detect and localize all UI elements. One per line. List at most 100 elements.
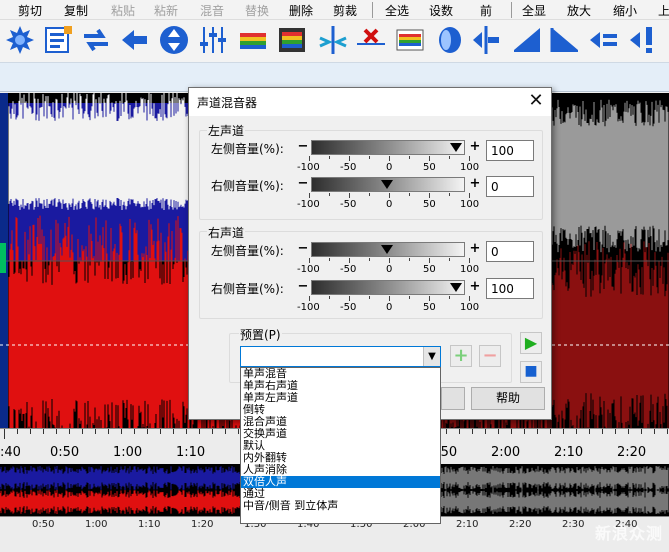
remove-preset-button[interactable]: − <box>479 345 501 367</box>
delete-x-icon[interactable] <box>355 24 387 56</box>
spectrum-icon[interactable] <box>394 24 426 56</box>
menu-select-all[interactable]: 全选 <box>385 2 409 19</box>
right-channel-left-volume-slider[interactable]: − + <box>297 242 481 259</box>
menu-previous[interactable]: 前 <box>480 2 492 19</box>
menu-show-all[interactable]: 全显 <box>522 2 546 19</box>
dialog-titlebar[interactable]: 声道混音器 ✕ <box>189 88 551 116</box>
menu-up[interactable]: 上 <box>658 2 669 19</box>
loop-arrows-icon[interactable] <box>80 24 112 56</box>
overview-label: 2:30 <box>562 519 585 530</box>
scale-minor-tick <box>369 193 370 196</box>
preset-option[interactable]: 内外翻转 <box>241 452 440 464</box>
menu-paste-new[interactable]: 粘新 <box>154 2 178 19</box>
preset-option[interactable]: 默认 <box>241 440 440 452</box>
menu-replace[interactable]: 替换 <box>245 2 269 19</box>
scale-label: 100 <box>460 199 480 210</box>
close-icon[interactable]: ✕ <box>525 91 547 113</box>
preset-option[interactable]: 人声消除 <box>241 464 440 476</box>
overview-label: 1:20 <box>191 519 214 530</box>
timeline-label: 1:00 <box>113 445 143 460</box>
arrow-left-icon[interactable] <box>118 24 150 56</box>
preset-title: 预置(P) <box>239 326 282 343</box>
overview-label: 1:00 <box>85 519 108 530</box>
right-channel-left-volume-input[interactable]: 0 <box>486 241 534 262</box>
slider-track[interactable] <box>311 280 465 295</box>
slider-minus-button[interactable]: − <box>297 242 309 255</box>
right-channel-right-volume-slider[interactable]: − + <box>297 280 481 297</box>
slider-thumb[interactable] <box>450 143 462 152</box>
menu-zoom-out[interactable]: 缩小 <box>613 2 637 19</box>
timeline-tick <box>43 429 44 434</box>
ramp-down-icon[interactable] <box>549 24 581 56</box>
channel-balance-icon[interactable] <box>470 24 502 56</box>
preset-dropdown-list[interactable]: 单声混音 单声右声道 单声左声道 倒转 混合声道 交换声道 默认 内外翻转 人声消除 双倍人声 通过… <box>240 367 441 524</box>
scale-label: -100 <box>297 264 320 275</box>
preset-option[interactable]: 中音/侧音 到立体声 <box>241 500 440 512</box>
preset-option[interactable]: 交换声道 <box>241 428 440 440</box>
level-exclaim-icon[interactable] <box>628 24 660 56</box>
slider-plus-button[interactable]: + <box>469 242 481 255</box>
chevron-down-icon[interactable]: ▼ <box>423 347 440 366</box>
preset-option[interactable]: 单声左声道 <box>241 392 440 404</box>
left-channel-right-volume-slider[interactable]: − + <box>297 177 481 194</box>
watermark: 新浪众测 <box>594 524 663 543</box>
scale-minor-tick <box>369 258 370 261</box>
scale-tick <box>429 156 430 161</box>
menu-paste[interactable]: 粘贴 <box>111 2 135 19</box>
left-channel-left-volume-input[interactable]: 100 <box>486 140 534 161</box>
slider-thumb[interactable] <box>381 245 393 254</box>
slider-track[interactable] <box>311 140 465 155</box>
play-preview-button[interactable]: ▶ <box>520 332 542 354</box>
menu-set-value[interactable]: 设数 <box>429 2 453 19</box>
zoom-vertical-icon[interactable] <box>158 24 190 56</box>
preset-option[interactable]: 通过 <box>241 488 440 500</box>
playhead-marker <box>0 243 6 273</box>
help-button[interactable]: 帮助 <box>471 387 545 410</box>
slider-plus-button[interactable]: + <box>469 280 481 293</box>
scale-label: 100 <box>460 162 480 173</box>
ok-button[interactable] <box>441 387 465 410</box>
overview-label: 2:10 <box>456 519 479 530</box>
film-rainbow-icon[interactable] <box>276 24 308 56</box>
properties-icon[interactable] <box>42 24 74 56</box>
preset-option[interactable]: 倒转 <box>241 404 440 416</box>
settings-gear-icon[interactable] <box>4 24 36 56</box>
menu-delete[interactable]: 删除 <box>289 2 313 19</box>
preset-option[interactable]: 单声混音 <box>241 368 440 380</box>
scale-minor-tick <box>409 193 410 196</box>
menu-mix-paste[interactable]: 混音 <box>200 2 224 19</box>
scale-label: 100 <box>460 264 480 275</box>
menu-zoom-in[interactable]: 放大 <box>567 2 591 19</box>
stop-preview-button[interactable]: ■ <box>520 361 542 383</box>
left-channel-right-volume-label: 右侧音量(%): <box>211 179 284 193</box>
preset-option[interactable]: 混合声道 <box>241 416 440 428</box>
cd-rainbow-icon[interactable] <box>237 24 269 56</box>
slider-plus-button[interactable]: + <box>469 140 481 153</box>
timeline-tick <box>30 429 31 434</box>
left-channel-right-volume-input[interactable]: 0 <box>486 176 534 197</box>
equalizer-sliders-icon[interactable] <box>197 24 229 56</box>
speaker-fade-icon[interactable] <box>432 24 464 56</box>
slider-thumb[interactable] <box>381 180 393 189</box>
preset-option[interactable]: 双倍人声 <box>241 476 440 488</box>
timeline-tick <box>108 429 109 434</box>
ramp-up-icon[interactable] <box>511 24 543 56</box>
slider-minus-button[interactable]: − <box>297 140 309 153</box>
scale-tick <box>429 258 430 263</box>
menu-copy[interactable]: 复制 <box>64 2 88 19</box>
left-channel-title: 左声道 <box>207 122 246 139</box>
right-channel-right-volume-input[interactable]: 100 <box>486 278 534 299</box>
slider-minus-button[interactable]: − <box>297 177 309 190</box>
menu-trim[interactable]: 剪裁 <box>333 2 357 19</box>
menu-cut[interactable]: 剪切 <box>18 2 42 19</box>
preset-combobox[interactable]: ▼ <box>240 346 441 367</box>
left-channel-left-volume-slider[interactable]: − + <box>297 140 481 157</box>
level-left-icon[interactable] <box>588 24 620 56</box>
preset-option[interactable]: 单声右声道 <box>241 380 440 392</box>
slider-plus-button[interactable]: + <box>469 177 481 190</box>
slider-minus-button[interactable]: − <box>297 280 309 293</box>
menu-separator <box>372 2 373 18</box>
add-preset-button[interactable]: + <box>450 345 472 367</box>
slider-thumb[interactable] <box>450 283 462 292</box>
split-cut-icon[interactable] <box>317 24 349 56</box>
